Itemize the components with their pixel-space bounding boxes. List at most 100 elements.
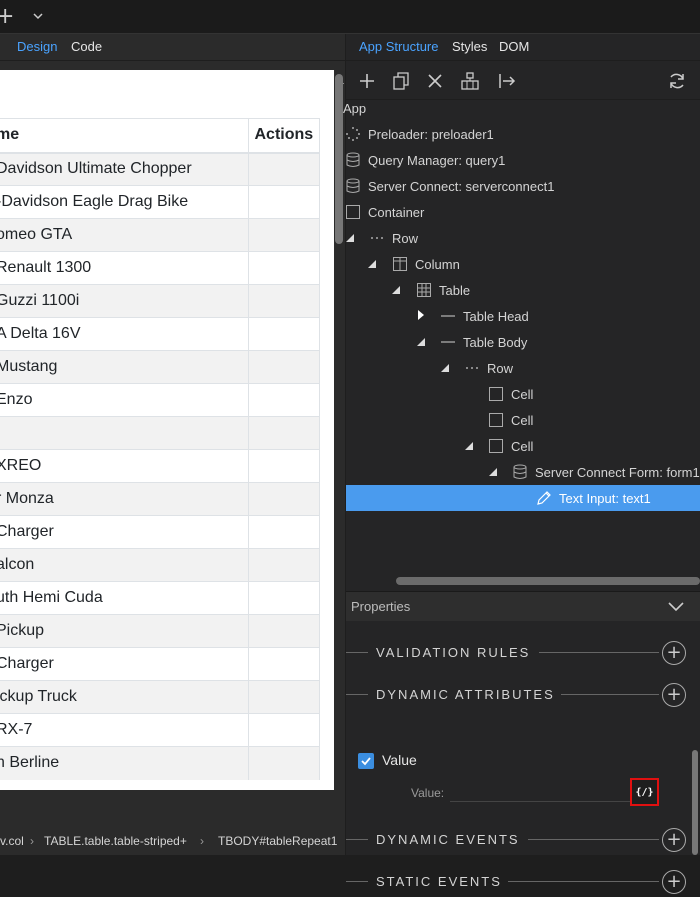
duplicate-icon[interactable] bbox=[390, 70, 412, 92]
table-row[interactable]: r Monza bbox=[0, 482, 320, 516]
expanded-caret-icon[interactable] bbox=[488, 467, 498, 477]
table-row[interactable]: n Berline bbox=[0, 746, 320, 780]
table-row[interactable]: Mustang bbox=[0, 350, 320, 384]
actions-cell[interactable] bbox=[248, 218, 320, 252]
expanded-caret-icon[interactable] bbox=[416, 337, 426, 347]
tab-dom[interactable]: DOM bbox=[499, 39, 529, 54]
table-row[interactable]: alcon bbox=[0, 548, 320, 582]
actions-cell[interactable] bbox=[248, 548, 320, 582]
expanded-caret-icon[interactable] bbox=[440, 363, 450, 373]
expanded-caret-icon[interactable] bbox=[345, 233, 355, 243]
tree-node-inner-row[interactable]: Row bbox=[464, 355, 513, 381]
table-row[interactable]: A Delta 16V bbox=[0, 317, 320, 351]
tree-node-text-input[interactable]: Text Input: text1 bbox=[536, 485, 651, 511]
value-checkbox[interactable] bbox=[358, 753, 374, 769]
properties-header[interactable]: Properties bbox=[346, 591, 700, 621]
tree-node-cell[interactable]: Cell bbox=[488, 381, 533, 407]
tab-design[interactable]: Design bbox=[17, 39, 57, 54]
tab-code[interactable]: Code bbox=[71, 39, 102, 54]
actions-cell[interactable] bbox=[248, 614, 320, 648]
properties-vertical-scrollbar[interactable] bbox=[692, 750, 698, 855]
table-row[interactable]: ickup Truck bbox=[0, 680, 320, 714]
products-table[interactable]: me Actions Davidson Ultimate Chopper -Dav… bbox=[0, 118, 320, 780]
tree-label: Table Head bbox=[463, 308, 529, 324]
add-dynamic-attribute-button[interactable]: + bbox=[662, 683, 686, 707]
table-row[interactable]: Guzzi 1100i bbox=[0, 284, 320, 318]
actions-cell[interactable] bbox=[248, 581, 320, 615]
actions-cell[interactable] bbox=[248, 251, 320, 285]
tree-node-app[interactable]: App bbox=[343, 95, 366, 121]
dynamic-data-picker-button[interactable]: {/} bbox=[630, 778, 659, 806]
tree-node-column[interactable]: Column bbox=[392, 251, 460, 277]
table-row[interactable]: uth Hemi Cuda bbox=[0, 581, 320, 615]
refresh-icon[interactable] bbox=[666, 70, 688, 92]
table-body[interactable]: Davidson Ultimate Chopper -Davidson Eagle… bbox=[0, 152, 320, 780]
expanded-caret-icon[interactable] bbox=[464, 441, 474, 451]
table-row[interactable]: Renault 1300 bbox=[0, 251, 320, 285]
column-header-actions[interactable]: Actions bbox=[248, 118, 320, 154]
tree-node-cell[interactable]: Cell bbox=[488, 433, 533, 459]
actions-cell[interactable] bbox=[248, 746, 320, 780]
tree-node-table-body[interactable]: Table Body bbox=[440, 329, 527, 355]
add-icon[interactable]: + bbox=[0, 4, 14, 29]
column-header-name[interactable]: me bbox=[0, 118, 249, 154]
actions-cell[interactable] bbox=[248, 515, 320, 549]
actions-cell[interactable] bbox=[248, 647, 320, 681]
expanded-caret-icon[interactable] bbox=[391, 285, 401, 295]
tab-app-structure[interactable]: App Structure bbox=[359, 39, 439, 54]
tree-node-table[interactable]: Table bbox=[416, 277, 470, 303]
design-canvas[interactable]: me Actions Davidson Ultimate Chopper -Dav… bbox=[0, 70, 334, 790]
add-dynamic-event-button[interactable]: + bbox=[662, 828, 686, 852]
breadcrumb-tbody[interactable]: TBODY#tableRepeat1 bbox=[218, 834, 337, 848]
tree-node-container[interactable]: Container bbox=[345, 199, 424, 225]
delete-icon[interactable] bbox=[424, 70, 446, 92]
actions-cell[interactable] bbox=[248, 416, 320, 450]
tree-node-row[interactable]: Row bbox=[369, 225, 418, 251]
table-row[interactable]: Charger bbox=[0, 647, 320, 681]
table-row[interactable] bbox=[0, 416, 320, 450]
table-row[interactable]: omeo GTA bbox=[0, 218, 320, 252]
top-bar: + bbox=[0, 0, 700, 34]
database-icon bbox=[345, 152, 361, 168]
tree-node-server-connect[interactable]: Server Connect: serverconnect1 bbox=[345, 173, 554, 199]
actions-cell[interactable] bbox=[248, 284, 320, 318]
tree-node-cell[interactable]: Cell bbox=[488, 407, 533, 433]
tab-styles[interactable]: Styles bbox=[452, 39, 487, 54]
table-row[interactable]: Davidson Ultimate Chopper bbox=[0, 152, 320, 186]
actions-cell[interactable] bbox=[248, 350, 320, 384]
add-icon[interactable] bbox=[356, 70, 378, 92]
add-static-event-button[interactable]: + bbox=[662, 870, 686, 894]
tree-node-table-head[interactable]: Table Head bbox=[440, 303, 529, 329]
tree-node-form[interactable]: Server Connect Form: form1 bbox=[512, 459, 700, 485]
tree-label: Column bbox=[415, 256, 460, 272]
table-row[interactable]: -Davidson Eagle Drag Bike bbox=[0, 185, 320, 219]
product-name-cell: XREO bbox=[0, 449, 249, 483]
table-row[interactable]: Enzo bbox=[0, 383, 320, 417]
actions-cell[interactable] bbox=[248, 680, 320, 714]
actions-cell[interactable] bbox=[248, 449, 320, 483]
table-row[interactable]: RX-7 bbox=[0, 713, 320, 747]
breadcrumb-table[interactable]: TABLE.table.table-striped+ bbox=[44, 834, 187, 848]
breadcrumb-col[interactable]: v.col bbox=[0, 834, 24, 848]
move-to-icon[interactable] bbox=[496, 70, 518, 92]
table-row[interactable]: Pickup bbox=[0, 614, 320, 648]
tree-node-preloader[interactable]: Preloader: preloader1 bbox=[345, 121, 494, 147]
actions-cell[interactable] bbox=[248, 713, 320, 747]
actions-cell[interactable] bbox=[248, 152, 320, 186]
chevron-down-icon[interactable] bbox=[668, 600, 684, 612]
expanded-caret-icon[interactable] bbox=[367, 259, 377, 269]
actions-cell[interactable] bbox=[248, 185, 320, 219]
actions-cell[interactable] bbox=[248, 482, 320, 516]
collapsed-caret-icon[interactable] bbox=[416, 310, 426, 320]
table-row[interactable]: Charger bbox=[0, 515, 320, 549]
value-input[interactable] bbox=[450, 782, 630, 802]
structure-horizontal-scrollbar[interactable] bbox=[396, 577, 700, 585]
add-validation-rule-button[interactable]: + bbox=[662, 641, 686, 665]
tree-node-query-manager[interactable]: Query Manager: query1 bbox=[345, 147, 505, 173]
canvas-vertical-scrollbar[interactable] bbox=[335, 74, 343, 244]
chevron-down-icon[interactable] bbox=[32, 10, 44, 22]
wrap-icon[interactable] bbox=[459, 70, 481, 92]
actions-cell[interactable] bbox=[248, 383, 320, 417]
table-row[interactable]: XREO bbox=[0, 449, 320, 483]
actions-cell[interactable] bbox=[248, 317, 320, 351]
